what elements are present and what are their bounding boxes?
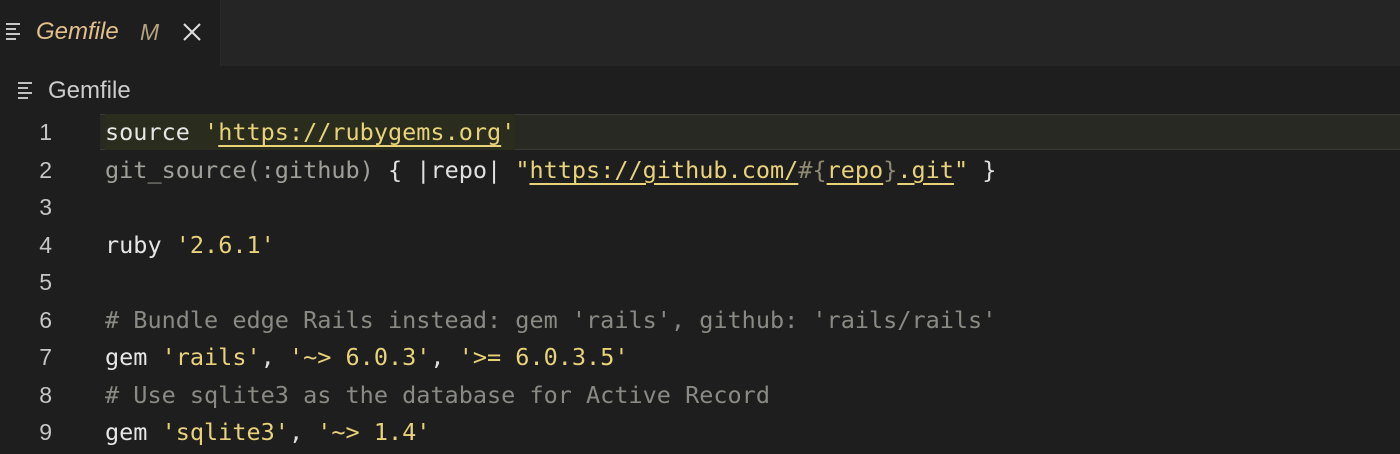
- code-token: ,: [288, 418, 318, 446]
- code-token: { |repo|: [373, 155, 516, 184]
- code-line[interactable]: 2 git_source(:github) { |repo| "https://g…: [0, 152, 1400, 188]
- line-number: 6: [39, 306, 52, 333]
- code-line[interactable]: 1 source 'https://rubygems.org': [0, 114, 1400, 150]
- code-token: ,: [430, 343, 459, 371]
- code-line[interactable]: 4 ruby '2.6.1': [0, 227, 1400, 263]
- line-number: 2: [39, 156, 52, 183]
- code-line[interactable]: 6 # Bundle edge Rails instead: gem 'rails…: [0, 302, 1400, 338]
- tab-gemfile[interactable]: Gemfile M: [0, 0, 221, 66]
- code-token: gem: [105, 418, 162, 446]
- code-token: ': [204, 118, 219, 146]
- line-code: git_source(:github) { |repo| "https://gi…: [105, 152, 996, 188]
- code-token: # Bundle edge Rails instead: gem 'rails'…: [105, 305, 997, 334]
- close-icon[interactable]: [180, 20, 204, 44]
- line-code: ruby '2.6.1': [105, 227, 275, 263]
- code-token: ": [515, 155, 530, 184]
- code-token: source: [105, 118, 205, 146]
- code-line[interactable]: 8 # Use sqlite3 as the database for Activ…: [0, 377, 1400, 413]
- code-token: (:github): [246, 155, 374, 184]
- code-token: #{: [798, 155, 827, 184]
- code-editor[interactable]: 1 source 'https://rubygems.org' 2 git_sourc…: [0, 114, 1400, 454]
- code-token: gem: [105, 343, 162, 371]
- tab-bar: Gemfile M: [0, 0, 1400, 67]
- line-number: 7: [39, 344, 52, 370]
- code-token: # Use sqlite3 as the database for Active…: [105, 380, 770, 409]
- code-token: ": [953, 155, 969, 184]
- breadcrumb: Gemfile: [0, 66, 1400, 114]
- modified-badge: M: [140, 19, 160, 45]
- lines-icon: [18, 82, 32, 99]
- tab-title: Gemfile: [36, 18, 119, 45]
- line-number: 9: [39, 419, 52, 445]
- code-token: '2.6.1': [175, 230, 275, 259]
- tab-bar-empty: [221, 0, 1400, 67]
- code-token: }: [883, 155, 898, 184]
- line-number: 5: [39, 269, 52, 295]
- code-token: '~> 6.0.3': [288, 343, 431, 371]
- line-code: gem 'rails', '~> 6.0.3', '>= 6.0.3.5': [105, 339, 629, 375]
- line-number: 4: [39, 231, 52, 258]
- code-line[interactable]: 9 gem 'sqlite3', '~> 1.4': [0, 414, 1400, 450]
- lines-icon: [6, 23, 20, 40]
- code-token: ruby: [105, 230, 176, 259]
- line-number: 1: [39, 119, 52, 145]
- code-token: git_source: [105, 155, 247, 184]
- line-code: source 'https://rubygems.org': [105, 114, 516, 150]
- code-token: .git: [897, 155, 954, 184]
- code-token: '~> 1.4': [317, 418, 431, 446]
- code-line[interactable]: 5: [0, 264, 1400, 300]
- code-token: 'sqlite3': [161, 418, 289, 446]
- line-number: 3: [39, 194, 52, 220]
- code-token: repo: [826, 155, 884, 184]
- code-token: https://rubygems.org: [218, 118, 502, 146]
- code-token: 'rails': [161, 343, 261, 371]
- breadcrumb-item-gemfile[interactable]: Gemfile: [48, 75, 131, 107]
- code-token: ': [501, 118, 516, 146]
- code-token: https://github.com/: [529, 155, 799, 184]
- code-token: }: [968, 155, 997, 184]
- code-line[interactable]: 7 gem 'rails', '~> 6.0.3', '>= 6.0.3.5': [0, 339, 1400, 375]
- line-code: # Bundle edge Rails instead: gem 'rails'…: [105, 302, 996, 338]
- code-token: ,: [260, 343, 289, 371]
- code-token: '>= 6.0.3.5': [458, 343, 629, 371]
- code-line[interactable]: 3: [0, 189, 1400, 225]
- line-code: # Use sqlite3 as the database for Active…: [105, 377, 770, 413]
- line-code: gem 'sqlite3', '~> 1.4': [105, 414, 430, 450]
- line-number: 8: [39, 381, 52, 408]
